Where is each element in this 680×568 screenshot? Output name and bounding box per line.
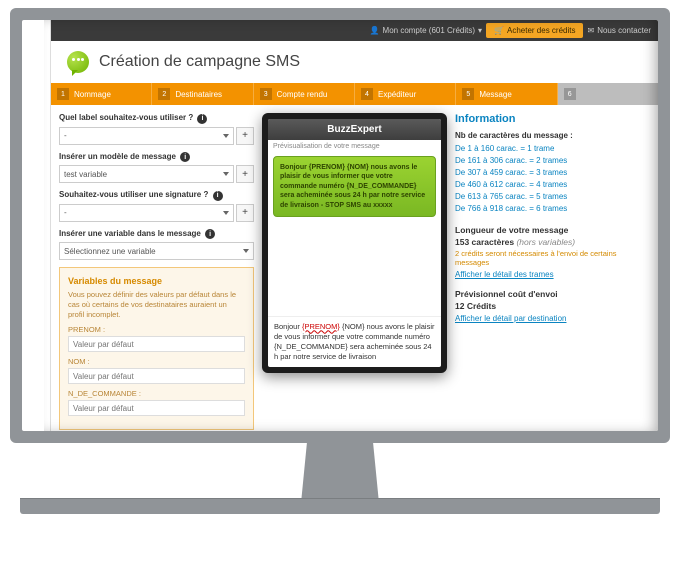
step-6[interactable]: 6	[558, 83, 658, 105]
phone-screen: BuzzExpert Prévisualisation de votre mes…	[268, 119, 441, 367]
credit-warning: 2 crédits seront nécessaires à l'envoi d…	[455, 249, 630, 267]
signature-question: Souhaitez-vous utiliser une signature ? …	[59, 190, 254, 201]
trame-row: De 307 à 459 carac. = 3 trames	[455, 167, 630, 179]
length-value: 153 caractères (hors variables)	[455, 237, 630, 247]
step-compte-rendu[interactable]: 3Compte rendu	[254, 83, 355, 105]
length-title: Longueur de votre message	[455, 225, 630, 235]
screen-bezel: 👤 Mon compte (601 Crédits) ▾ 🛒 Acheter d…	[10, 8, 670, 443]
var-commande-input[interactable]	[68, 400, 245, 416]
phone-mockup: BuzzExpert Prévisualisation de votre mes…	[262, 113, 447, 373]
phone-brand: BuzzExpert	[268, 119, 441, 140]
chevron-down-icon	[223, 172, 229, 176]
var-nom-label: NOM :	[68, 357, 245, 366]
variables-desc: Vous pouvez définir des valeurs par défa…	[68, 290, 245, 319]
preview-column: BuzzExpert Prévisualisation de votre mes…	[262, 113, 447, 431]
buy-credits-label: Acheter des crédits	[507, 26, 575, 35]
account-label: Mon compte (601 Crédits)	[383, 26, 475, 35]
label-select[interactable]: -	[59, 127, 234, 145]
trame-list: De 1 à 160 carac. = 1 trame De 161 à 306…	[455, 143, 630, 215]
show-destination-link[interactable]: Afficher le détail par destination	[455, 314, 630, 323]
signature-add-button[interactable]: +	[236, 204, 254, 222]
cart-icon: 🛒	[494, 26, 504, 35]
cost-value: 12 Crédits	[455, 301, 630, 311]
chevron-down-icon	[243, 249, 249, 253]
spellcheck-error: {PRENOM}	[302, 322, 340, 331]
variable-question: Insérer une variable dans le message i	[59, 229, 254, 240]
var-nom-input[interactable]	[68, 368, 245, 384]
char-count-title: Nb de caractères du message :	[455, 131, 630, 140]
model-select[interactable]: test variable	[59, 165, 234, 183]
step-message[interactable]: 5Message	[456, 83, 557, 105]
label-add-button[interactable]: +	[236, 127, 254, 145]
page-header: Création de campagne SMS	[51, 41, 658, 83]
monitor-base	[20, 498, 660, 514]
monitor-stand	[285, 442, 395, 498]
sms-preview-bubble: Bonjour {PRENOM} {NOM} nous avons le pla…	[273, 156, 436, 217]
body: Quel label souhaitez-vous utiliser ? i -…	[51, 105, 658, 431]
model-question: Insérer un modèle de message i	[59, 152, 254, 163]
step-nommage[interactable]: 1Nommage	[51, 83, 152, 105]
sms-icon	[67, 51, 89, 73]
topbar: 👤 Mon compte (601 Crédits) ▾ 🛒 Acheter d…	[51, 20, 658, 41]
signature-select[interactable]: -	[59, 204, 234, 222]
trame-row: De 1 à 160 carac. = 1 trame	[455, 143, 630, 155]
account-menu[interactable]: 👤 Mon compte (601 Crédits) ▾	[370, 26, 482, 35]
form-column: Quel label souhaitez-vous utiliser ? i -…	[59, 113, 254, 431]
buy-credits-button[interactable]: 🛒 Acheter des crédits	[486, 23, 583, 38]
variables-title: Variables du message	[68, 276, 245, 286]
variable-select[interactable]: Sélectionnez une variable	[59, 242, 254, 260]
trame-row: De 460 à 612 carac. = 4 trames	[455, 179, 630, 191]
help-icon[interactable]: i	[197, 114, 207, 124]
info-column: Information Nb de caractères du message …	[455, 113, 630, 431]
show-trames-link[interactable]: Afficher le détail des trames	[455, 270, 630, 279]
chevron-down-icon	[223, 211, 229, 215]
label-question: Quel label souhaitez-vous utiliser ? i	[59, 113, 254, 124]
trame-row: De 161 à 306 carac. = 2 trames	[455, 155, 630, 167]
chevron-down-icon	[223, 134, 229, 138]
step-destinataires[interactable]: 2Destinataires	[152, 83, 253, 105]
var-commande-label: N_DE_COMMANDE :	[68, 389, 245, 398]
help-icon[interactable]: i	[213, 191, 223, 201]
trame-row: De 766 à 918 carac. = 6 trames	[455, 203, 630, 215]
variables-box: Variables du message Vous pouvez définir…	[59, 267, 254, 430]
trame-row: De 613 à 765 carac. = 5 trames	[455, 191, 630, 203]
monitor-frame: 👤 Mon compte (601 Crédits) ▾ 🛒 Acheter d…	[10, 8, 670, 514]
cost-title: Prévisionnel coût d'envoi	[455, 289, 630, 299]
info-title: Information	[455, 113, 630, 125]
step-expediteur[interactable]: 4Expéditeur	[355, 83, 456, 105]
model-add-button[interactable]: +	[236, 165, 254, 183]
help-icon[interactable]: i	[205, 229, 215, 239]
step-bar: 1Nommage 2Destinataires 3Compte rendu 4E…	[51, 83, 658, 105]
app-window: 👤 Mon compte (601 Crédits) ▾ 🛒 Acheter d…	[50, 20, 658, 431]
mail-icon: ✉	[587, 26, 594, 35]
contact-label: Nous contacter	[597, 26, 651, 35]
screen: 👤 Mon compte (601 Crédits) ▾ 🛒 Acheter d…	[22, 20, 658, 431]
user-icon: 👤	[370, 26, 380, 35]
var-prenom-label: PRENOM :	[68, 325, 245, 334]
help-icon[interactable]: i	[180, 152, 190, 162]
contact-link[interactable]: ✉ Nous contacter	[587, 26, 651, 35]
var-prenom-input[interactable]	[68, 336, 245, 352]
page-title: Création de campagne SMS	[99, 53, 300, 71]
message-raw-text: Bonjour {PRENOM} {NOM} nous avons le pla…	[268, 316, 441, 368]
preview-label: Prévisualisation de votre message	[268, 140, 441, 153]
chevron-down-icon: ▾	[478, 26, 482, 35]
